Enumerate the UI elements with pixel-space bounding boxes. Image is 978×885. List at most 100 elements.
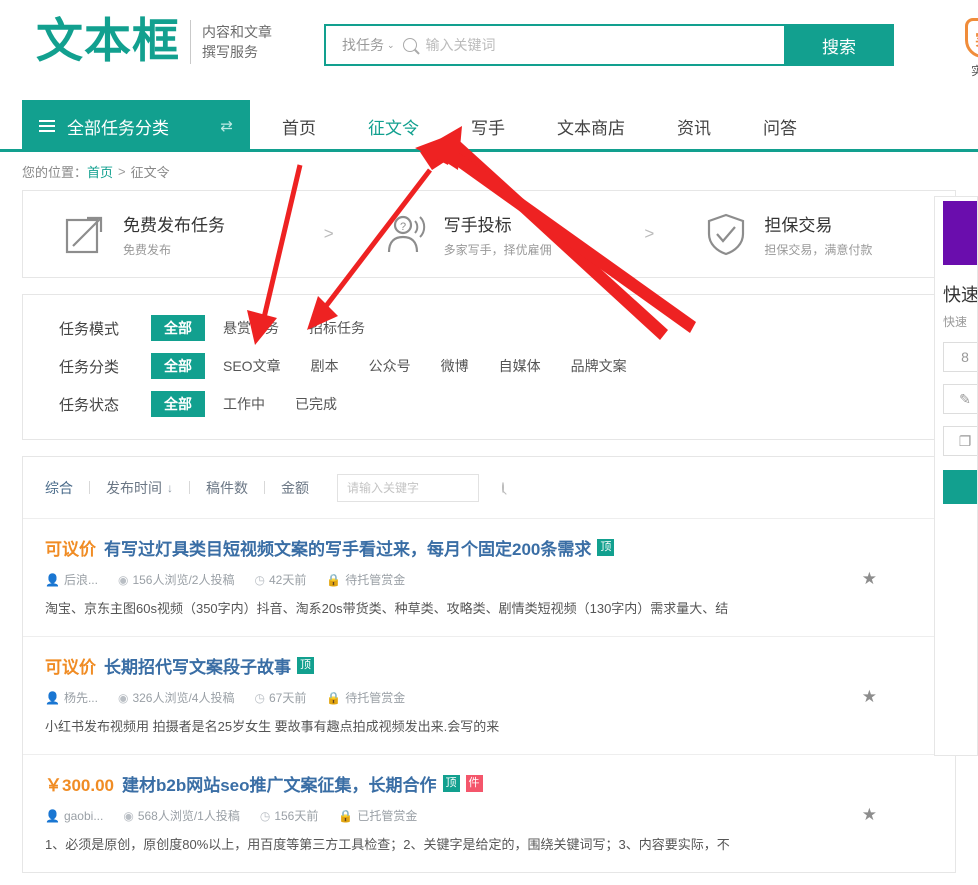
task-escrow-text: 待托管赏金: [345, 691, 406, 705]
sort-divider: [189, 481, 190, 494]
task-views-text: 156人浏览/2人投稿: [132, 573, 235, 587]
filter-mode-bounty[interactable]: 悬赏任务: [211, 314, 291, 342]
rail-button-1[interactable]: 8: [943, 342, 977, 372]
star-icon[interactable]: ★: [862, 805, 877, 825]
rail-button-2[interactable]: ✎: [943, 384, 977, 414]
task-price: 可议价: [45, 540, 96, 559]
rail-title: 快速: [943, 285, 978, 305]
filter-cat-selfmedia[interactable]: 自媒体: [487, 352, 553, 380]
feature-writer-bid[interactable]: ? 写手投标 多家写手，择优雇佣: [344, 210, 635, 258]
filter-mode-all[interactable]: 全部: [151, 315, 205, 341]
feature-escrow-trade[interactable]: 担保交易 担保交易，满意付款: [664, 210, 955, 258]
lock-icon: 🔒: [338, 808, 354, 823]
swap-icon: ⇄: [220, 118, 233, 135]
task-author: 👤 后浪...: [45, 571, 98, 588]
task-author: 👤 杨先...: [45, 689, 98, 706]
user-icon: 👤: [45, 572, 60, 587]
rail-subtitle: 快速: [943, 315, 968, 329]
task-row[interactable]: ￥300.00 建材b2b网站seo推广文案征集，长期合作 顶 件 👤 gaob…: [23, 755, 955, 872]
filter-label: 任务状态: [59, 396, 120, 414]
task-author-name: gaobi...: [63, 808, 104, 823]
star-icon[interactable]: ★: [862, 569, 877, 589]
external-link-icon: [65, 216, 103, 254]
task-escrow: 🔒 待托管赏金: [326, 571, 405, 588]
sort-submission-count[interactable]: 稿件数: [206, 478, 248, 498]
filter-cat-weibo[interactable]: 微博: [429, 352, 481, 380]
filter-status-all[interactable]: 全部: [151, 391, 205, 417]
hamburger-icon: [39, 117, 55, 135]
search-box: 找任务 ⌄: [324, 24, 784, 66]
filter-panel: 任务模式 全部 悬赏任务 招标任务 任务分类 全部 SEO文章 剧本 公众号 微…: [22, 294, 956, 440]
rail-cta-button[interactable]: [943, 470, 977, 504]
search-input[interactable]: [425, 26, 784, 64]
task-escrow-text: 待托管赏金: [345, 573, 406, 587]
task-meta: 👤 gaobi... ◉ 568人浏览/1人投稿 ◷ 156天前 🔒 已托管赏金: [45, 807, 933, 824]
eye-icon: ◉: [117, 690, 129, 705]
filter-cat-wechat[interactable]: 公众号: [357, 352, 423, 380]
search-icon[interactable]: [502, 482, 504, 493]
nav-item-writers[interactable]: 写手: [471, 114, 505, 139]
right-side-rail: 快速 快速 8 ✎ ❐: [934, 196, 978, 756]
filter-cat-brand[interactable]: 品牌文案: [559, 352, 639, 380]
nav-item-store[interactable]: 文本商店: [557, 114, 625, 139]
task-escrow-text: 已托管赏金: [357, 809, 418, 823]
site-logo[interactable]: 文本框 内容和文章 撰写服务: [36, 18, 272, 65]
task-title-row: 可议价 有写过灯具类目短视频文案的写手看过来，每月个固定200条需求 顶: [45, 535, 933, 560]
all-categories-button[interactable]: 全部任务分类 ⇄: [22, 100, 250, 152]
task-author: 👤 gaobi...: [45, 809, 103, 823]
task-author-name: 后浪...: [63, 573, 98, 587]
sort-comprehensive[interactable]: 综合: [45, 478, 73, 498]
feature-title: 写手投标: [443, 215, 512, 235]
task-tag-piece: 件: [465, 775, 483, 792]
task-title[interactable]: 长期招代写文案段子故事: [104, 653, 291, 678]
nav-item-qa[interactable]: 问答: [763, 114, 797, 139]
list-search-box: [337, 473, 504, 502]
nav-item-zhengwenling[interactable]: 征文令: [368, 114, 419, 139]
feature-text: 担保交易 担保交易，满意付款: [764, 211, 872, 258]
logo-divider: [190, 19, 191, 64]
filter-status-done[interactable]: 已完成: [283, 390, 349, 418]
clock-icon: ◷: [254, 690, 265, 705]
filter-status-working[interactable]: 工作中: [211, 390, 277, 418]
logo-text: 文本框: [36, 14, 180, 69]
filter-cat-script[interactable]: 剧本: [299, 352, 351, 380]
realname-verified-badge[interactable]: 实 实名: [955, 18, 978, 79]
all-categories-label: 全部任务分类: [67, 118, 169, 138]
sort-amount[interactable]: 金额: [281, 478, 309, 498]
feature-subtitle: 多家写手，择优雇佣: [443, 242, 552, 257]
feature-text: 免费发布任务 免费发布: [123, 211, 225, 258]
filter-cat-seo[interactable]: SEO文章: [211, 352, 293, 380]
clock-icon: ◷: [259, 808, 271, 823]
star-icon[interactable]: ★: [862, 687, 877, 707]
search-category-selector[interactable]: 找任务 ⌄: [342, 35, 395, 55]
sort-bar: 综合 发布时间 ↓ 稿件数 金额: [23, 457, 955, 519]
breadcrumb-home[interactable]: 首页: [87, 162, 113, 181]
nav-item-home[interactable]: 首页: [282, 114, 316, 139]
filter-cat-all[interactable]: 全部: [151, 353, 205, 379]
search-icon: [402, 38, 417, 52]
feature-free-publish[interactable]: 免费发布任务 免费发布: [23, 210, 314, 258]
rail-button-3[interactable]: ❐: [943, 426, 977, 456]
search-category-label: 找任务: [342, 37, 384, 53]
feature-title: 担保交易: [764, 215, 833, 235]
lock-icon: 🔒: [326, 572, 342, 587]
main-nav: 全部任务分类 ⇄ 首页 征文令 写手 文本商店 资讯 问答: [0, 100, 978, 152]
list-search-input[interactable]: [347, 480, 502, 495]
search-button[interactable]: 搜索: [784, 24, 894, 66]
rail-banner[interactable]: [943, 201, 977, 265]
task-row[interactable]: 可议价 有写过灯具类目短视频文案的写手看过来，每月个固定200条需求 顶 👤 后…: [23, 519, 955, 637]
filter-mode-tender[interactable]: 招标任务: [297, 314, 377, 342]
task-views-text: 326人浏览/4人投稿: [132, 691, 235, 705]
task-title[interactable]: 有写过灯具类目短视频文案的写手看过来，每月个固定200条需求: [104, 535, 591, 560]
sort-publish-time[interactable]: 发布时间: [106, 478, 162, 498]
site-header: 文本框 内容和文章 撰写服务 找任务 ⌄ 搜索 实 实名: [0, 0, 978, 100]
lock-icon: 🔒: [326, 690, 342, 705]
eye-icon: ◉: [123, 808, 134, 823]
task-title[interactable]: 建材b2b网站seo推广文案征集，长期合作: [122, 771, 437, 796]
nav-item-news[interactable]: 资讯: [677, 114, 711, 139]
user-icon: 👤: [45, 808, 60, 823]
task-views: ◉ 326人浏览/4人投稿: [118, 689, 235, 706]
nav-links: 首页 征文令 写手 文本商店 资讯 问答: [282, 100, 849, 152]
task-row[interactable]: 可议价 长期招代写文案段子故事 顶 👤 杨先... ◉ 326人浏览/4人投稿 …: [23, 637, 955, 755]
sort-direction-icon[interactable]: ↓: [167, 481, 173, 495]
